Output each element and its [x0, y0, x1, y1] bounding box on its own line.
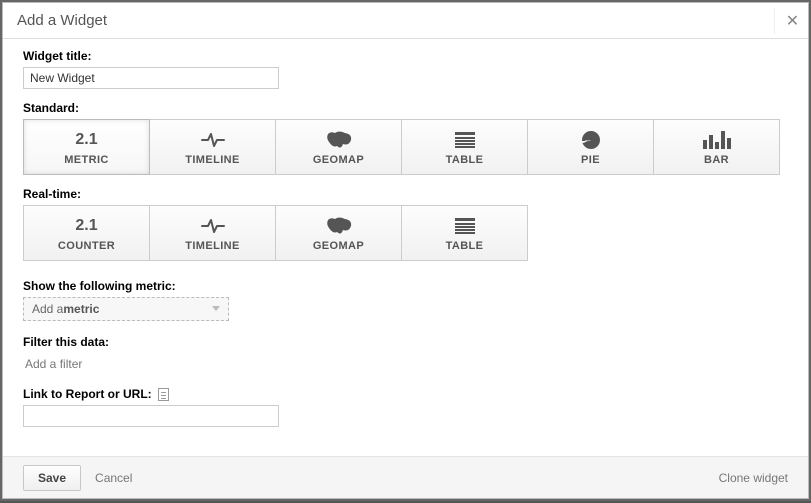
realtime-label: Real-time: [23, 187, 788, 201]
realtime-tiles: 2.1 COUNTER TIMELINE GEOMAP TABLE [23, 205, 788, 261]
tile-label: COUNTER [58, 240, 115, 252]
timeline-icon [201, 215, 225, 237]
tile-label: TABLE [446, 240, 484, 252]
table-icon [455, 215, 475, 237]
metric-select-word: metric [63, 302, 99, 316]
add-filter-link[interactable]: Add a filter [23, 353, 84, 375]
add-metric-select[interactable]: Add a metric [23, 297, 229, 321]
tile-label: GEOMAP [313, 240, 364, 252]
link-label: Link to Report or URL: [23, 387, 152, 401]
metric-section-label: Show the following metric: [23, 279, 788, 293]
close-button[interactable]: ✕ [774, 8, 800, 34]
close-icon: ✕ [786, 11, 799, 31]
chevron-down-icon [212, 306, 220, 311]
tile-label: BAR [704, 154, 729, 166]
geomap-icon [325, 129, 353, 151]
pie-icon [582, 129, 600, 151]
metric-select-prefix: Add a [32, 302, 63, 316]
tile-bar[interactable]: BAR [653, 119, 780, 175]
tile-timeline-rt[interactable]: TIMELINE [149, 205, 276, 261]
dialog-header: Add a Widget ✕ [3, 3, 808, 39]
tile-table[interactable]: TABLE [401, 119, 528, 175]
tile-table-rt[interactable]: TABLE [401, 205, 528, 261]
table-icon [455, 129, 475, 151]
dialog-title: Add a Widget [17, 12, 774, 29]
tile-pie[interactable]: PIE [527, 119, 654, 175]
bar-icon [703, 129, 731, 151]
filter-label: Filter this data: [23, 335, 788, 349]
tile-label: GEOMAP [313, 154, 364, 166]
save-label: Save [38, 471, 66, 485]
link-url-input[interactable] [23, 405, 279, 427]
add-widget-dialog: Add a Widget ✕ Widget title: Standard: 2… [2, 2, 809, 499]
tile-label: PIE [581, 154, 600, 166]
tile-counter[interactable]: 2.1 COUNTER [23, 205, 150, 261]
widget-title-input[interactable] [23, 67, 279, 89]
tile-label: TABLE [446, 154, 484, 166]
standard-label: Standard: [23, 101, 788, 115]
tile-geomap-rt[interactable]: GEOMAP [275, 205, 402, 261]
document-icon [158, 388, 169, 401]
metric-icon: 2.1 [75, 129, 97, 151]
standard-tiles: 2.1 METRIC TIMELINE GEOMAP TABLE [23, 119, 788, 175]
save-button[interactable]: Save [23, 465, 81, 491]
dialog-body: Widget title: Standard: 2.1 METRIC TIMEL… [3, 39, 808, 456]
tile-label: METRIC [64, 154, 109, 166]
tile-geomap[interactable]: GEOMAP [275, 119, 402, 175]
dialog-footer: Save Cancel Clone widget [3, 456, 808, 498]
tile-label: TIMELINE [185, 240, 240, 252]
widget-title-label: Widget title: [23, 49, 788, 63]
link-label-row: Link to Report or URL: [23, 387, 788, 401]
clone-widget-link[interactable]: Clone widget [719, 471, 788, 485]
counter-icon: 2.1 [75, 215, 97, 237]
tile-metric[interactable]: 2.1 METRIC [23, 119, 150, 175]
tile-timeline[interactable]: TIMELINE [149, 119, 276, 175]
cancel-button[interactable]: Cancel [95, 471, 132, 485]
geomap-icon [325, 215, 353, 237]
timeline-icon [201, 129, 225, 151]
tile-label: TIMELINE [185, 154, 240, 166]
